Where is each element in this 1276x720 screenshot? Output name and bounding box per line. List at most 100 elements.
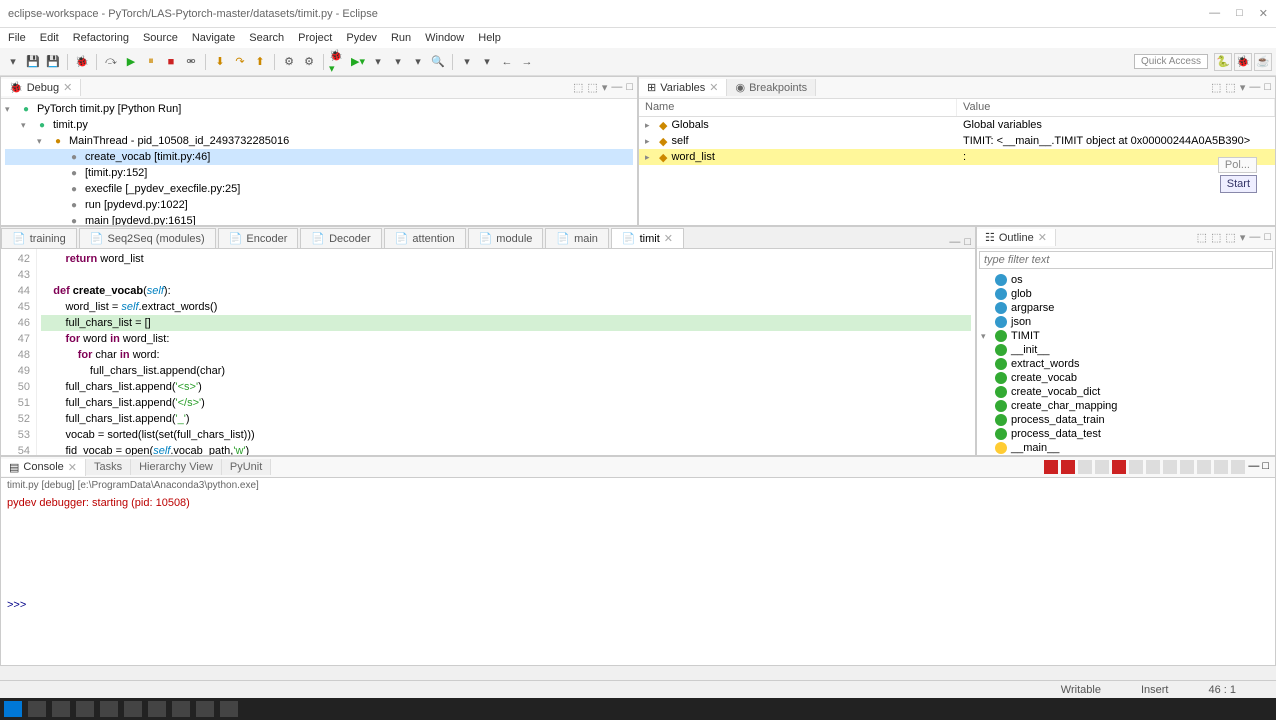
next-icon[interactable]: ▾ [478,53,496,71]
debug-tree-item[interactable]: ●main [pydevd.py:1615] [5,213,633,225]
minimize-panel-icon[interactable]: — [1249,231,1260,244]
ct-icon[interactable] [1044,460,1058,474]
outline-item[interactable]: glob [981,287,1271,301]
menu-edit[interactable]: Edit [40,32,59,44]
perspective-pydev-icon[interactable]: 🐍 [1214,53,1232,71]
fwd-icon[interactable]: → [518,53,536,71]
maximize-console-icon[interactable]: □ [1262,460,1269,474]
ct9-icon[interactable] [1180,460,1194,474]
stepover-icon[interactable]: ↷ [231,53,249,71]
ct6-icon[interactable] [1129,460,1143,474]
windows-taskbar[interactable] [0,698,1276,720]
outline-item[interactable]: ▾TIMIT [981,329,1271,343]
start-button[interactable]: Start [1220,175,1257,193]
taskview-icon[interactable] [52,701,70,717]
quick-access[interactable]: Quick Access [1134,54,1208,69]
menu-refactoring[interactable]: Refactoring [73,32,129,44]
maximize-panel-icon[interactable]: □ [626,81,633,94]
pyunit-tab[interactable]: PyUnit [222,459,271,475]
resume-icon[interactable]: ▶ [122,53,140,71]
ext2-icon[interactable]: ▾ [409,53,427,71]
minimize-editor-icon[interactable]: — [949,236,960,248]
debug-tree[interactable]: ▾●PyTorch timit.py [Python Run]▾●timit.p… [1,99,637,225]
debug-tree-item[interactable]: ▾●PyTorch timit.py [Python Run] [5,101,633,117]
col-name[interactable]: Name [639,99,957,116]
editor-tab-timit[interactable]: 📄timit ✕ [611,228,684,248]
menu-run[interactable]: Run [391,32,411,44]
editor-tab-Seq2Seq (modules)[interactable]: 📄Seq2Seq (modules) [79,228,216,248]
app7-icon[interactable] [220,701,238,717]
hierarchy-tab[interactable]: Hierarchy View [131,459,222,475]
start-icon[interactable] [4,701,22,717]
ct4-icon[interactable] [1095,460,1109,474]
ct12-icon[interactable] [1231,460,1245,474]
skip-icon[interactable]: ⤼ [102,53,120,71]
ct11-icon[interactable] [1214,460,1228,474]
editor-tab-attention[interactable]: 📄attention [384,228,466,248]
pol-button[interactable]: Pol... [1218,157,1257,173]
minimize-console-icon[interactable]: — [1248,460,1259,474]
variable-row[interactable]: ▸◆ selfTIMIT: <__main__.TIMIT object at … [639,133,1275,149]
menu-file[interactable]: File [8,32,26,44]
maximize-panel-icon[interactable]: □ [1264,81,1271,94]
app5-icon[interactable] [172,701,190,717]
editor-tab-training[interactable]: 📄training [1,228,77,248]
close-tab-icon[interactable]: ✕ [68,461,77,474]
debug-menu-icon[interactable]: ▾ [602,81,608,94]
debug-dropdown-icon[interactable]: 🐞▾ [329,53,347,71]
ext-icon[interactable]: ▾ [389,53,407,71]
outline-item[interactable]: create_vocab_dict [981,385,1271,399]
variable-row[interactable]: ▸◆ GlobalsGlobal variables [639,117,1275,133]
debug-tree-item[interactable]: ▾●MainThread - pid_10508_id_249373228501… [5,133,633,149]
menu-search[interactable]: Search [249,32,284,44]
terminate-icon[interactable]: ■ [162,53,180,71]
coverage-icon[interactable]: ▾ [369,53,387,71]
app3-icon[interactable] [124,701,142,717]
tool-icon[interactable]: ⚙ [280,53,298,71]
ot-tool-icon[interactable]: ⬚ [1197,231,1207,244]
editor-tab-module[interactable]: 📄module [468,228,544,248]
var-tool2-icon[interactable]: ⬚ [1225,81,1235,94]
perspective-java-icon[interactable]: ☕ [1254,53,1272,71]
stepinto-icon[interactable]: ⬇ [211,53,229,71]
bug-icon[interactable]: 🐞 [73,53,91,71]
app2-icon[interactable] [100,701,118,717]
ct5-icon[interactable] [1112,460,1126,474]
run-dropdown-icon[interactable]: ▶▾ [349,53,367,71]
ct2-icon[interactable] [1061,460,1075,474]
debug-tool2-icon[interactable]: ⬚ [587,81,597,94]
debug-tree-item[interactable]: ▾●timit.py [5,117,633,133]
outline-item[interactable]: process_data_test [981,427,1271,441]
variable-row[interactable]: ▸◆ word_list: [639,149,1275,165]
close-tab-icon[interactable]: ✕ [63,81,72,94]
outline-item[interactable]: __init__ [981,343,1271,357]
close-icon[interactable]: ✕ [1259,7,1268,20]
saveall-icon[interactable]: 💾 [44,53,62,71]
search-icon[interactable]: 🔍 [429,53,447,71]
col-value[interactable]: Value [957,99,1275,116]
menu-help[interactable]: Help [478,32,501,44]
var-menu-icon[interactable]: ▾ [1240,81,1246,94]
ot-menu-icon[interactable]: ▾ [1240,231,1246,244]
nav-icon[interactable]: ▾ [458,53,476,71]
outline-item[interactable]: create_vocab [981,371,1271,385]
tasks-tab[interactable]: Tasks [86,459,131,475]
back-icon[interactable]: ← [498,53,516,71]
menu-navigate[interactable]: Navigate [192,32,235,44]
outline-tab[interactable]: ☷ Outline ✕ [977,229,1056,246]
debug-tree-item[interactable]: ●run [pydevd.py:1022] [5,197,633,213]
menu-project[interactable]: Project [298,32,332,44]
app6-icon[interactable] [196,701,214,717]
close-tab-icon[interactable]: ✕ [1038,231,1047,244]
new-icon[interactable]: ▾ [4,53,22,71]
menu-source[interactable]: Source [143,32,178,44]
code-area[interactable]: return word_list def create_vocab(self):… [37,249,975,455]
search-icon[interactable] [28,701,46,717]
var-tool-icon[interactable]: ⬚ [1211,81,1221,94]
minimize-panel-icon[interactable]: — [1249,81,1260,94]
console-prompt[interactable]: >>> [7,599,1269,611]
ct7-icon[interactable] [1146,460,1160,474]
ct8-icon[interactable] [1163,460,1177,474]
editor-body[interactable]: 42434445464748495051525354 return word_l… [1,249,975,455]
outline-item[interactable]: create_char_mapping [981,399,1271,413]
